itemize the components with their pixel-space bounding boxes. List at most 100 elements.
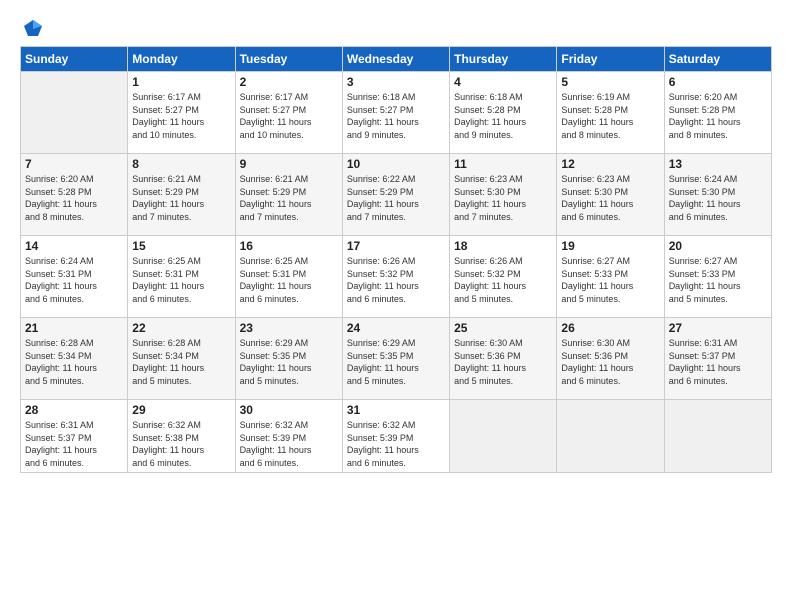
weekday-header-thursday: Thursday [450, 47, 557, 72]
calendar-cell: 26 Sunrise: 6:30 AM Sunset: 5:36 PM Dayli… [557, 318, 664, 400]
calendar-cell: 22 Sunrise: 6:28 AM Sunset: 5:34 PM Dayli… [128, 318, 235, 400]
calendar-cell: 16 Sunrise: 6:25 AM Sunset: 5:31 PM Dayli… [235, 236, 342, 318]
day-number: 18 [454, 239, 552, 253]
day-number: 24 [347, 321, 445, 335]
calendar-cell [664, 400, 771, 473]
calendar-cell: 7 Sunrise: 6:20 AM Sunset: 5:28 PM Daylig… [21, 154, 128, 236]
week-row-5: 28 Sunrise: 6:31 AM Sunset: 5:37 PM Dayli… [21, 400, 772, 473]
day-number: 15 [132, 239, 230, 253]
day-number: 12 [561, 157, 659, 171]
calendar-cell: 17 Sunrise: 6:26 AM Sunset: 5:32 PM Dayli… [342, 236, 449, 318]
day-info: Sunrise: 6:25 AM Sunset: 5:31 PM Dayligh… [132, 256, 204, 304]
day-info: Sunrise: 6:17 AM Sunset: 5:27 PM Dayligh… [240, 92, 312, 140]
day-number: 25 [454, 321, 552, 335]
weekday-header-monday: Monday [128, 47, 235, 72]
day-info: Sunrise: 6:31 AM Sunset: 5:37 PM Dayligh… [25, 420, 97, 468]
day-info: Sunrise: 6:30 AM Sunset: 5:36 PM Dayligh… [561, 338, 633, 386]
calendar-cell: 19 Sunrise: 6:27 AM Sunset: 5:33 PM Dayli… [557, 236, 664, 318]
calendar-cell: 4 Sunrise: 6:18 AM Sunset: 5:28 PM Daylig… [450, 72, 557, 154]
day-number: 19 [561, 239, 659, 253]
day-number: 28 [25, 403, 123, 417]
day-info: Sunrise: 6:19 AM Sunset: 5:28 PM Dayligh… [561, 92, 633, 140]
logo [20, 18, 44, 40]
weekday-header-tuesday: Tuesday [235, 47, 342, 72]
weekday-header-saturday: Saturday [664, 47, 771, 72]
calendar-cell: 28 Sunrise: 6:31 AM Sunset: 5:37 PM Dayli… [21, 400, 128, 473]
week-row-2: 7 Sunrise: 6:20 AM Sunset: 5:28 PM Daylig… [21, 154, 772, 236]
weekday-header-wednesday: Wednesday [342, 47, 449, 72]
day-number: 31 [347, 403, 445, 417]
calendar-cell: 9 Sunrise: 6:21 AM Sunset: 5:29 PM Daylig… [235, 154, 342, 236]
week-row-4: 21 Sunrise: 6:28 AM Sunset: 5:34 PM Dayli… [21, 318, 772, 400]
header [20, 18, 772, 40]
calendar-cell: 1Sunrise: 6:17 AM Sunset: 5:27 PM Daylig… [128, 72, 235, 154]
calendar-cell: 29 Sunrise: 6:32 AM Sunset: 5:38 PM Dayli… [128, 400, 235, 473]
calendar-cell: 12 Sunrise: 6:23 AM Sunset: 5:30 PM Dayli… [557, 154, 664, 236]
day-info: Sunrise: 6:21 AM Sunset: 5:29 PM Dayligh… [132, 174, 204, 222]
day-info: Sunrise: 6:31 AM Sunset: 5:37 PM Dayligh… [669, 338, 741, 386]
day-info: Sunrise: 6:28 AM Sunset: 5:34 PM Dayligh… [132, 338, 204, 386]
day-info: Sunrise: 6:18 AM Sunset: 5:28 PM Dayligh… [454, 92, 526, 140]
day-number: 22 [132, 321, 230, 335]
weekday-header-friday: Friday [557, 47, 664, 72]
calendar-cell: 14 Sunrise: 6:24 AM Sunset: 5:31 PM Dayli… [21, 236, 128, 318]
day-number: 1 [132, 75, 230, 89]
day-info: Sunrise: 6:24 AM Sunset: 5:31 PM Dayligh… [25, 256, 97, 304]
day-number: 11 [454, 157, 552, 171]
calendar-cell: 27 Sunrise: 6:31 AM Sunset: 5:37 PM Dayli… [664, 318, 771, 400]
day-number: 8 [132, 157, 230, 171]
day-number: 4 [454, 75, 552, 89]
calendar-cell: 5 Sunrise: 6:19 AM Sunset: 5:28 PM Daylig… [557, 72, 664, 154]
week-row-3: 14 Sunrise: 6:24 AM Sunset: 5:31 PM Dayli… [21, 236, 772, 318]
day-number: 3 [347, 75, 445, 89]
day-number: 29 [132, 403, 230, 417]
day-number: 9 [240, 157, 338, 171]
day-number: 2 [240, 75, 338, 89]
calendar-cell: 15 Sunrise: 6:25 AM Sunset: 5:31 PM Dayli… [128, 236, 235, 318]
day-number: 30 [240, 403, 338, 417]
day-info: Sunrise: 6:27 AM Sunset: 5:33 PM Dayligh… [561, 256, 633, 304]
calendar-cell: 31 Sunrise: 6:32 AM Sunset: 5:39 PM Dayli… [342, 400, 449, 473]
day-number: 6 [669, 75, 767, 89]
day-info: Sunrise: 6:32 AM Sunset: 5:38 PM Dayligh… [132, 420, 204, 468]
day-info: Sunrise: 6:28 AM Sunset: 5:34 PM Dayligh… [25, 338, 97, 386]
calendar-cell: 18 Sunrise: 6:26 AM Sunset: 5:32 PM Dayli… [450, 236, 557, 318]
day-info: Sunrise: 6:20 AM Sunset: 5:28 PM Dayligh… [25, 174, 97, 222]
calendar-cell: 20Sunrise: 6:27 AM Sunset: 5:33 PM Dayli… [664, 236, 771, 318]
day-number: 27 [669, 321, 767, 335]
day-info: Sunrise: 6:20 AM Sunset: 5:28 PM Dayligh… [669, 92, 741, 140]
day-info: Sunrise: 6:29 AM Sunset: 5:35 PM Dayligh… [347, 338, 419, 386]
page: SundayMondayTuesdayWednesdayThursdayFrid… [0, 0, 792, 612]
calendar-cell: 6 Sunrise: 6:20 AM Sunset: 5:28 PM Daylig… [664, 72, 771, 154]
day-number: 23 [240, 321, 338, 335]
day-info: Sunrise: 6:23 AM Sunset: 5:30 PM Dayligh… [561, 174, 633, 222]
calendar-cell [21, 72, 128, 154]
day-info: Sunrise: 6:18 AM Sunset: 5:27 PM Dayligh… [347, 92, 419, 140]
calendar-cell: 13 Sunrise: 6:24 AM Sunset: 5:30 PM Dayli… [664, 154, 771, 236]
day-number: 5 [561, 75, 659, 89]
day-info: Sunrise: 6:26 AM Sunset: 5:32 PM Dayligh… [347, 256, 419, 304]
day-number: 17 [347, 239, 445, 253]
calendar-cell: 10Sunrise: 6:22 AM Sunset: 5:29 PM Dayli… [342, 154, 449, 236]
day-info: Sunrise: 6:30 AM Sunset: 5:36 PM Dayligh… [454, 338, 526, 386]
day-info: Sunrise: 6:27 AM Sunset: 5:33 PM Dayligh… [669, 256, 741, 304]
weekday-header-row: SundayMondayTuesdayWednesdayThursdayFrid… [21, 47, 772, 72]
day-number: 13 [669, 157, 767, 171]
day-info: Sunrise: 6:21 AM Sunset: 5:29 PM Dayligh… [240, 174, 312, 222]
logo-flag-icon [22, 18, 44, 40]
day-number: 21 [25, 321, 123, 335]
day-number: 14 [25, 239, 123, 253]
weekday-header-sunday: Sunday [21, 47, 128, 72]
week-row-1: 1 Sunrise: 6:17 AM Sunset: 5:27 PM Daylig… [21, 72, 772, 154]
day-number: 16 [240, 239, 338, 253]
day-number: 7 [25, 157, 123, 171]
day-info: Sunrise: 6:32 AM Sunset: 5:39 PM Dayligh… [347, 420, 419, 468]
day-number: 26 [561, 321, 659, 335]
calendar-cell: 21 Sunrise: 6:28 AM Sunset: 5:34 PM Dayli… [21, 318, 128, 400]
day-info: Sunrise: 6:23 AM Sunset: 5:30 PM Dayligh… [454, 174, 526, 222]
calendar: SundayMondayTuesdayWednesdayThursdayFrid… [20, 46, 772, 473]
day-info: Sunrise: 6:25 AM Sunset: 5:31 PM Dayligh… [240, 256, 312, 304]
calendar-cell: 30Sunrise: 6:32 AM Sunset: 5:39 PM Dayli… [235, 400, 342, 473]
day-info: Sunrise: 6:24 AM Sunset: 5:30 PM Dayligh… [669, 174, 741, 222]
day-info: Sunrise: 6:26 AM Sunset: 5:32 PM Dayligh… [454, 256, 526, 304]
